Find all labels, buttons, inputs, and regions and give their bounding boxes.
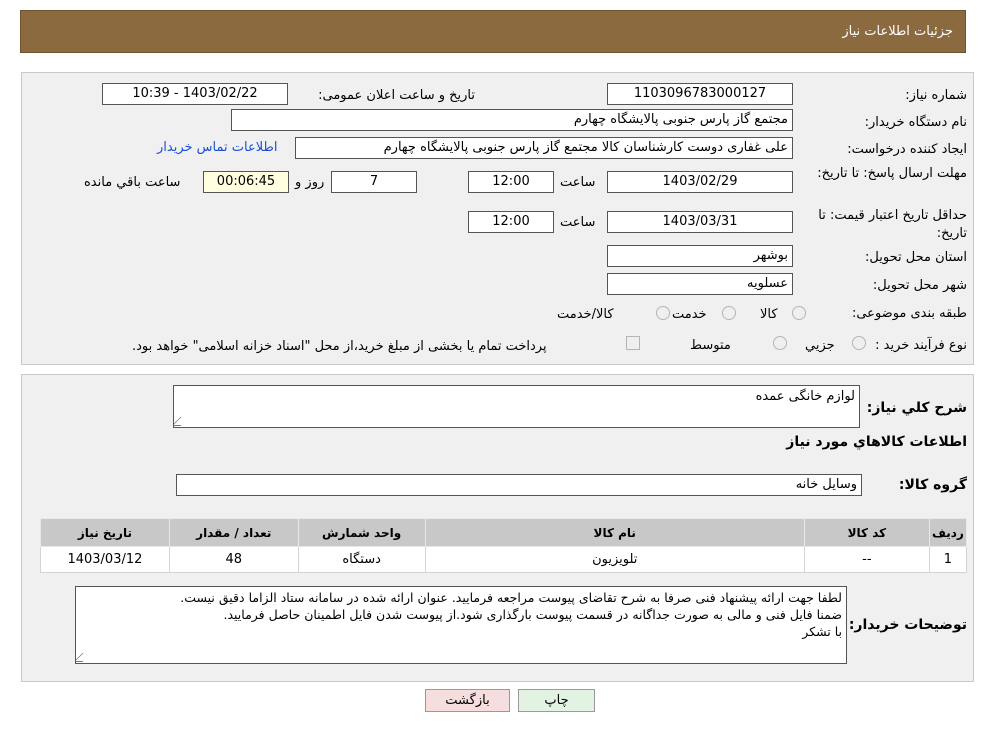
category-goods-text: کالا (760, 307, 778, 322)
validity-time-field: 12:00 (468, 211, 554, 233)
item-name-cell: تلویزیون (424, 546, 805, 573)
category-service-text: خدمت (672, 307, 707, 322)
need-number-field: 1103096783000127 (607, 83, 793, 105)
back-button[interactable]: بازگشت (425, 689, 510, 712)
general-description-field[interactable]: لوازم خانگی عمده (173, 385, 860, 428)
goods-group-label: گروه کالا: (898, 477, 967, 493)
buyer-notes-line-3: با تشکر (802, 624, 842, 639)
validity-date-field: 1403/03/31 (607, 211, 793, 233)
deadline-time-field: 12:00 (468, 171, 554, 193)
category-both-text: کالا/خدمت (557, 307, 614, 322)
category-both-radio[interactable] (656, 306, 670, 320)
general-description-label: شرح کلي نياز: (866, 400, 967, 416)
buyer-notes-line-1: لطفا جهت ارائه پیشنهاد فنی صرفا به شرح ت… (180, 590, 842, 605)
process-minor-radio[interactable] (852, 336, 866, 350)
announce-date-label: تاریخ و ساعت اعلان عمومی: (318, 88, 475, 103)
page-title: جزئیات اطلاعات نیاز (842, 24, 953, 39)
delivery-province-field: بوشهر (607, 245, 793, 267)
resize-grip-icon[interactable] (76, 653, 92, 662)
col-quantity-header: تعداد / مقدار (168, 518, 299, 547)
goods-table-header: رديف کد کالا نام کالا واحد شمارش تعداد /… (40, 518, 968, 547)
buyer-notes-label: توضیحات خریدار: (848, 617, 967, 633)
validity-time-label: ساعت (560, 215, 596, 230)
general-description-text: لوازم خانگی عمده (755, 389, 855, 404)
col-unit-header: واحد شمارش (297, 518, 426, 547)
treasury-checkbox[interactable] (626, 336, 640, 350)
col-row-header: رديف (928, 518, 968, 547)
goods-table: رديف کد کالا نام کالا واحد شمارش تعداد /… (40, 518, 968, 573)
remaining-time-label: ساعت باقي مانده (84, 175, 181, 190)
delivery-city-label: شهر محل تحویل: (872, 278, 967, 293)
category-service-radio[interactable] (722, 306, 736, 320)
print-button[interactable]: چاپ (518, 689, 595, 712)
days-label: روز و (295, 175, 325, 190)
unit-cell: دستگاه (297, 546, 426, 573)
col-code-header: کد کالا (803, 518, 930, 547)
col-name-header: نام کالا (424, 518, 805, 547)
category-goods-radio[interactable] (792, 306, 806, 320)
process-medium-radio[interactable] (773, 336, 787, 350)
deadline-label: مهلت ارسال پاسخ: تا تاریخ: (817, 166, 967, 181)
deadline-date-field: 1403/02/29 (607, 171, 793, 193)
resize-grip-icon[interactable] (174, 417, 190, 426)
buyer-org-label: نام دستگاه خریدار: (864, 115, 967, 130)
delivery-city-field: عسلویه (607, 273, 793, 295)
process-medium-text: متوسط (690, 338, 731, 353)
price-validity-label: حداقل تاریخ اعتبار قیمت: تا تاریخ: (818, 208, 967, 241)
row-number-cell: 1 (928, 546, 968, 573)
quantity-cell: 48 (168, 546, 299, 573)
deadline-time-label: ساعت (560, 175, 596, 190)
table-row[interactable]: 1 -- تلویزیون دستگاه 48 1403/03/12 (40, 546, 968, 573)
need-number-label: شماره نیاز: (905, 88, 967, 103)
announce-date-field: 1403/02/22 - 10:39 (102, 83, 288, 105)
col-date-header: تاریخ نیاز (40, 518, 170, 547)
need-date-cell: 1403/03/12 (40, 546, 170, 573)
buyer-notes-field[interactable]: لطفا جهت ارائه پیشنهاد فنی صرفا به شرح ت… (75, 586, 847, 664)
goods-info-title: اطلاعات کالاهاي مورد نياز (786, 434, 967, 450)
remaining-time-field: 00:06:45 (203, 171, 289, 193)
process-minor-text: جزیي (805, 338, 835, 353)
request-creator-label: ایجاد کننده درخواست: (847, 142, 967, 157)
goods-group-field: وسایل خانه (176, 474, 862, 496)
delivery-province-label: استان محل تحویل: (865, 250, 967, 265)
category-label: طبقه بندی موضوعی: (851, 306, 967, 321)
days-field: 7 (331, 171, 417, 193)
buyer-org-field: مجتمع گاز پارس جنوبی پالایشگاه چهارم (231, 109, 793, 131)
buyer-contact-link[interactable]: اطلاعات تماس خریدار (157, 140, 277, 155)
item-code-cell: -- (803, 546, 930, 573)
process-type-label: نوع فرآیند خرید : (875, 338, 967, 353)
treasury-note: پرداخت تمام یا بخشی از مبلغ خرید،از محل … (132, 339, 547, 354)
request-creator-field: علی غفاری دوست کارشناسان کالا مجتمع گاز … (295, 137, 793, 159)
buyer-notes-line-2: ضمنا فایل فنی و مالی به صورت جداگانه در … (223, 607, 842, 622)
page-header: جزئیات اطلاعات نیاز (20, 10, 966, 53)
